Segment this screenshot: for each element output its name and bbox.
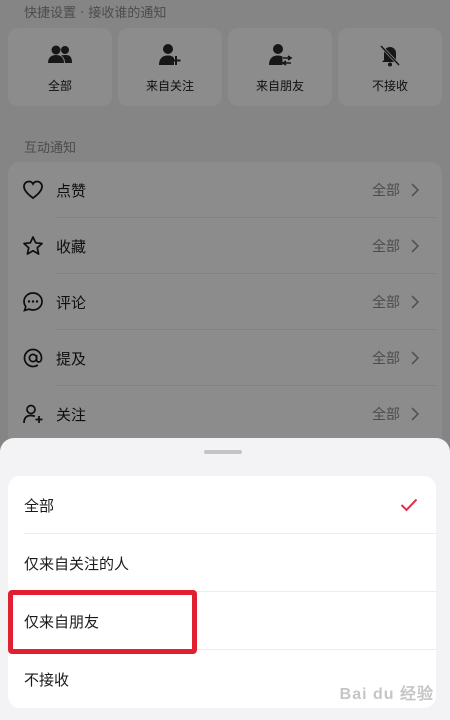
option-label: 全部 bbox=[24, 496, 55, 515]
bottom-sheet: 全部 仅来自关注的人 仅来自朋友 不接收 bbox=[0, 438, 450, 720]
option-following-only[interactable]: 仅来自关注的人 bbox=[8, 534, 436, 592]
option-all[interactable]: 全部 bbox=[8, 476, 436, 534]
annotation-highlight-box bbox=[8, 590, 197, 654]
sheet-drag-handle[interactable] bbox=[204, 450, 242, 454]
checkmark-icon bbox=[400, 498, 418, 512]
option-label: 不接收 bbox=[24, 670, 70, 689]
option-label: 仅来自关注的人 bbox=[24, 554, 130, 573]
watermark-text: Bai du 经验 bbox=[339, 686, 434, 703]
